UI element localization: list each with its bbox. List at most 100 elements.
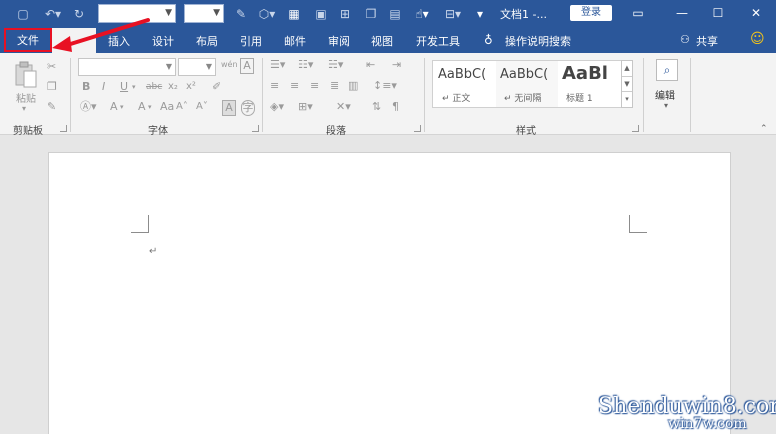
font-group-label: 字体 (148, 126, 168, 137)
style-no-spacing[interactable]: AaBbC( ↵ 无间隔 (496, 61, 558, 107)
bullets-icon[interactable]: ☰▾ (270, 58, 285, 72)
shrink-font-button[interactable]: A˅ (196, 100, 208, 114)
increase-indent-icon[interactable]: ⇥ (392, 58, 401, 72)
login-button[interactable]: 登录 (570, 5, 612, 21)
tab-insert[interactable]: 插入 (108, 33, 130, 49)
enclose-char-icon[interactable]: 字 (241, 100, 255, 116)
shading-icon[interactable]: ◈▾ (270, 100, 284, 114)
tab-layout[interactable]: 布局 (196, 33, 218, 49)
tab-home-active[interactable] (52, 28, 96, 53)
tell-me-search[interactable]: 操作说明搜索 (505, 33, 571, 49)
quick-size-box[interactable]: ▼ (184, 4, 224, 23)
align-left-icon[interactable]: ≡ (270, 79, 279, 93)
chevron-up-icon[interactable]: ▲ (622, 61, 632, 76)
styles-launcher[interactable] (632, 125, 639, 132)
ribbon-display-icon[interactable]: ▭ (626, 4, 650, 22)
highlight-button[interactable]: A (110, 100, 118, 114)
bold-button[interactable]: B (82, 80, 90, 94)
copy-icon[interactable]: ❐ (47, 80, 57, 94)
chevron-down-icon: ▼ (213, 8, 220, 18)
format-painter-icon[interactable]: ✎ (47, 100, 56, 114)
underline-button[interactable]: U (120, 80, 128, 94)
align-center-icon[interactable]: ≡ (290, 79, 299, 93)
qr-icon[interactable]: ▦ (287, 6, 301, 22)
subscript-button[interactable]: x₂ (168, 80, 178, 94)
show-marks-icon[interactable]: ¶ (392, 100, 399, 114)
table-icon[interactable]: ⊞ (338, 6, 352, 22)
font-launcher[interactable] (252, 125, 259, 132)
change-case-button[interactable]: Aa (160, 100, 174, 114)
multilevel-list-icon[interactable]: ☵▾ (328, 58, 343, 72)
styles-scrollbar[interactable]: ▲ ▼ ▾ (621, 60, 633, 108)
redo-icon[interactable]: ↻ (72, 6, 86, 22)
document-page[interactable] (48, 152, 731, 434)
clear-format-icon[interactable]: ✐ (212, 80, 221, 94)
clipboard-launcher[interactable] (60, 125, 67, 132)
undo-icon[interactable]: ↶▾ (42, 6, 64, 22)
text-effect-icon[interactable]: Ⓐ▾ (80, 100, 97, 114)
line-spacing-icon[interactable]: ↕≡▾ (373, 79, 397, 93)
format-painter-icon[interactable]: ✎ (234, 6, 248, 22)
group-divider (70, 58, 71, 132)
tab-file[interactable]: 文件 (4, 28, 52, 52)
style-heading-1[interactable]: AaBl 标题 1 (558, 61, 620, 107)
quick-font-box[interactable]: ▼ (98, 4, 176, 23)
grow-font-button[interactable]: A˄ (176, 100, 188, 114)
decrease-indent-icon[interactable]: ⇤ (366, 58, 375, 72)
group-divider (424, 58, 425, 132)
borders-icon[interactable]: ⊞▾ (298, 100, 313, 114)
italic-button[interactable]: I (102, 80, 105, 94)
chevron-down-icon: ▾ (664, 101, 669, 110)
style-sample: AaBl (562, 63, 608, 84)
paragraph-launcher[interactable] (414, 125, 421, 132)
style-normal[interactable]: AaBbC( ↵ 正文 (434, 61, 496, 107)
superscript-button[interactable]: x² (186, 80, 196, 94)
tab-design[interactable]: 设计 (152, 33, 174, 49)
shape-icon[interactable]: ⬡▾ (256, 6, 278, 22)
font-size-field[interactable]: ▼ (178, 58, 216, 76)
tab-view[interactable]: 视图 (371, 33, 393, 49)
char-border-icon[interactable]: A (240, 58, 254, 74)
maximize-button[interactable]: ☐ (706, 4, 730, 22)
close-button[interactable]: ✕ (744, 4, 768, 22)
font-name-field[interactable]: ▼ (78, 58, 176, 76)
lightbulb-icon[interactable]: ♁ (484, 33, 493, 47)
distributed-icon[interactable]: ▥ (348, 79, 358, 93)
new-doc-icon[interactable]: ▢ (16, 6, 30, 22)
minimize-button[interactable]: — (670, 4, 694, 22)
paste-icon[interactable] (14, 61, 38, 89)
style-name: ↵ 正文 (442, 94, 471, 104)
frame-icon[interactable]: ▣ (314, 6, 328, 22)
collapse-ribbon-icon[interactable]: ⌃ (760, 124, 768, 134)
more-styles-icon[interactable]: ▾ (622, 91, 632, 106)
char-shading-icon[interactable]: A (222, 100, 236, 116)
chevron-down-icon: ▾ (22, 104, 27, 113)
touch-mode-icon[interactable]: ☝▾ (410, 6, 434, 22)
print-layout-icon[interactable]: ⊟▾ (442, 6, 464, 22)
chevron-down-icon[interactable]: ▼ (622, 76, 632, 91)
group-divider (262, 58, 263, 132)
tab-mailings[interactable]: 邮件 (284, 33, 306, 49)
phonetic-guide-button[interactable]: wén (221, 58, 238, 72)
smiley-feedback-icon[interactable]: ☺ (750, 31, 765, 47)
copy-icon[interactable]: ❐ (364, 6, 378, 22)
tab-developer[interactable]: 开发工具 (416, 33, 460, 49)
chinese-layout-icon[interactable]: ✕▾ (336, 100, 351, 114)
align-right-icon[interactable]: ≡ (310, 79, 319, 93)
share-button[interactable]: 共享 (696, 33, 718, 49)
sort-icon[interactable]: ⇅ (372, 100, 381, 114)
justify-icon[interactable]: ≣ (330, 79, 339, 93)
cut-icon[interactable]: ✂ (47, 60, 56, 74)
tab-review[interactable]: 审阅 (328, 33, 350, 49)
font-color-button[interactable]: A (138, 100, 146, 114)
tab-references[interactable]: 引用 (240, 33, 262, 49)
picture-icon[interactable]: ▤ (388, 6, 402, 22)
style-name: 标题 1 (566, 94, 593, 104)
customize-qat-icon[interactable]: ▾ (474, 6, 486, 22)
paragraph-mark[interactable]: ↵ (149, 246, 157, 257)
numbering-icon[interactable]: ☷▾ (298, 58, 313, 72)
editing-button[interactable]: ⌕ 编辑 ▾ (652, 59, 682, 119)
chevron-down-icon: ▼ (165, 8, 172, 18)
group-divider (643, 58, 644, 132)
strikethrough-button[interactable]: abc (146, 80, 162, 94)
